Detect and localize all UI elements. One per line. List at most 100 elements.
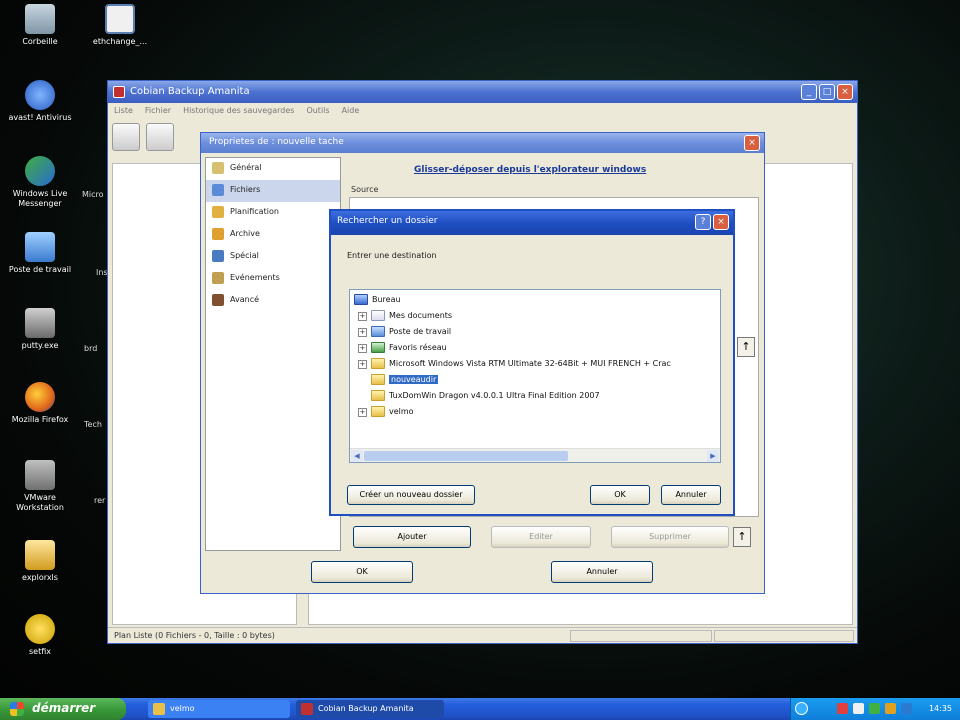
app-icon bbox=[301, 703, 313, 715]
desktop-icon-label: Mozilla Firefox bbox=[11, 415, 69, 424]
maximize-button[interactable]: □ bbox=[819, 84, 835, 100]
clock[interactable]: 14:35 bbox=[929, 704, 952, 713]
menu-item-list[interactable]: Liste bbox=[114, 106, 133, 116]
desktop-icon-recycle-bin[interactable]: Corbeille bbox=[8, 4, 72, 47]
tree-item-network[interactable]: + Favoris réseau bbox=[358, 342, 447, 358]
drag-drop-link[interactable]: Glisser-déposer depuis l'explorateur win… bbox=[414, 165, 646, 175]
browse-titlebar[interactable]: Rechercher un dossier ? × bbox=[331, 211, 733, 235]
show-hidden-icons-icon[interactable] bbox=[795, 702, 808, 715]
desktop-icon-my-computer[interactable]: Poste de travail bbox=[8, 232, 72, 275]
desktop-icon-avast[interactable]: avast! Antivirus bbox=[8, 80, 72, 123]
nav-item-schedule[interactable]: Planification bbox=[206, 202, 340, 224]
tray-app-icon[interactable] bbox=[885, 703, 896, 714]
horizontal-scrollbar[interactable]: ◀ ▶ bbox=[350, 448, 720, 462]
minimize-button[interactable]: _ bbox=[801, 84, 817, 100]
nav-item-advanced[interactable]: Avancé bbox=[206, 290, 340, 312]
expand-icon[interactable]: + bbox=[358, 312, 367, 321]
desktop-icon-explorer[interactable]: explorxls bbox=[8, 540, 72, 583]
tree-item-vista-folder[interactable]: + Microsoft Windows Vista RTM Ultimate 32… bbox=[358, 358, 671, 374]
tree-item-my-computer[interactable]: + Poste de travail bbox=[358, 326, 451, 342]
expand-icon[interactable]: + bbox=[358, 360, 367, 369]
nav-item-label: Général bbox=[230, 163, 262, 172]
events-icon bbox=[212, 272, 224, 284]
remove-button[interactable]: Supprimer bbox=[611, 526, 729, 548]
expand-icon[interactable]: + bbox=[358, 328, 367, 337]
tray-app-icon[interactable] bbox=[853, 703, 864, 714]
desktop-icon-label: Poste de travail bbox=[8, 265, 72, 274]
tree-item-nouveaudir[interactable]: nouveaudir bbox=[371, 374, 439, 390]
properties-close-button[interactable]: × bbox=[744, 135, 760, 151]
folder-icon bbox=[371, 358, 385, 369]
explorer-icon bbox=[25, 540, 55, 570]
desktop-icon-file[interactable]: ethchange_... bbox=[88, 4, 152, 47]
browse-folder-dialog: Rechercher un dossier ? × Entrer une des… bbox=[329, 209, 735, 516]
tray-app-icon[interactable] bbox=[837, 703, 848, 714]
nav-item-events[interactable]: Evénements bbox=[206, 268, 340, 290]
menu-item-file[interactable]: Fichier bbox=[145, 106, 171, 116]
expand-icon[interactable]: + bbox=[358, 408, 367, 417]
menu-item-tools[interactable]: Outils bbox=[306, 106, 329, 116]
desktop-icon-messenger[interactable]: Windows Live Messenger bbox=[8, 156, 72, 209]
start-button[interactable]: démarrer bbox=[0, 698, 126, 720]
properties-titlebar[interactable]: Proprietes de : nouvelle tache × bbox=[201, 133, 764, 153]
desktop-icon-vmware[interactable]: VMware Workstation bbox=[8, 460, 72, 513]
taskbar-button-velmo[interactable]: velmo bbox=[148, 700, 290, 718]
expand-icon[interactable]: + bbox=[358, 344, 367, 353]
properties-nav: Général Fichiers Planification Archive S… bbox=[205, 157, 341, 551]
main-titlebar[interactable]: Cobian Backup Amanita _ □ × bbox=[108, 81, 857, 103]
partial-label: rer bbox=[94, 496, 106, 505]
folder-icon bbox=[371, 390, 385, 401]
move-down-arrow-icon[interactable]: ↑ bbox=[733, 527, 751, 547]
desktop-icon-norton[interactable]: setfix bbox=[8, 614, 72, 657]
help-button[interactable]: ? bbox=[695, 214, 711, 230]
norton-icon bbox=[25, 614, 55, 644]
tree-item-velmo[interactable]: + velmo bbox=[358, 406, 414, 422]
edit-button[interactable]: Editer bbox=[491, 526, 591, 548]
tree-item-my-documents[interactable]: + Mes documents bbox=[358, 310, 452, 326]
desktop-icon-label: avast! Antivirus bbox=[8, 113, 72, 122]
scrollbar-thumb[interactable] bbox=[364, 451, 568, 461]
desktop-icon-label: Corbeille bbox=[22, 37, 58, 46]
properties-ok-button[interactable]: OK bbox=[311, 561, 413, 583]
taskbar-button-cobian[interactable]: Cobian Backup Amanita bbox=[296, 700, 444, 718]
browse-ok-button[interactable]: OK bbox=[590, 485, 650, 505]
nav-item-special[interactable]: Spécial bbox=[206, 246, 340, 268]
tray-app-icon[interactable] bbox=[901, 703, 912, 714]
desktop-icon-label: putty.exe bbox=[21, 341, 59, 350]
archive-icon bbox=[212, 228, 224, 240]
firefox-icon bbox=[25, 382, 55, 412]
new-folder-button[interactable]: Créer un nouveau dossier bbox=[347, 485, 475, 505]
move-up-arrow-icon[interactable]: ↑ bbox=[737, 337, 755, 357]
menu-item-help[interactable]: Aide bbox=[342, 106, 360, 116]
scroll-right-icon[interactable]: ▶ bbox=[707, 450, 719, 462]
close-button[interactable]: × bbox=[837, 84, 853, 100]
nav-item-archive[interactable]: Archive bbox=[206, 224, 340, 246]
new-icon[interactable] bbox=[112, 123, 140, 151]
nav-item-general[interactable]: Général bbox=[206, 158, 340, 180]
documents-icon bbox=[371, 310, 385, 321]
partial-label: brd bbox=[84, 344, 98, 353]
desktop-icon-label: VMware Workstation bbox=[16, 493, 64, 512]
main-toolbar bbox=[112, 123, 174, 151]
status-text: Plan Liste (0 Fichiers - 0, Taille : 0 b… bbox=[114, 631, 275, 640]
add-button[interactable]: Ajouter bbox=[353, 526, 471, 548]
desktop-icon-putty[interactable]: putty.exe bbox=[8, 308, 72, 351]
tray-app-icon[interactable] bbox=[869, 703, 880, 714]
window-title: Cobian Backup Amanita bbox=[130, 86, 250, 97]
folder-tree[interactable]: Bureau + Mes documents + Poste de travail … bbox=[349, 289, 721, 463]
network-icon bbox=[371, 342, 385, 353]
messenger-icon bbox=[25, 156, 55, 186]
tree-item-tuxdomwin[interactable]: TuxDomWin Dragon v4.0.0.1 Ultra Final Ed… bbox=[371, 390, 600, 406]
desktop-icon-firefox[interactable]: Mozilla Firefox bbox=[8, 382, 72, 425]
browse-cancel-button[interactable]: Annuler bbox=[661, 485, 721, 505]
menubar: Liste Fichier Historique des sauvegardes… bbox=[108, 103, 857, 119]
menu-item-history[interactable]: Historique des sauvegardes bbox=[183, 106, 294, 116]
tree-item-desktop[interactable]: Bureau bbox=[354, 294, 401, 310]
properties-cancel-button[interactable]: Annuler bbox=[551, 561, 653, 583]
scroll-left-icon[interactable]: ◀ bbox=[351, 450, 363, 462]
save-icon[interactable] bbox=[146, 123, 174, 151]
browse-close-button[interactable]: × bbox=[713, 214, 729, 230]
computer-icon bbox=[371, 326, 385, 337]
status-bar: Plan Liste (0 Fichiers - 0, Taille : 0 b… bbox=[108, 627, 857, 643]
nav-item-files[interactable]: Fichiers bbox=[206, 180, 340, 202]
